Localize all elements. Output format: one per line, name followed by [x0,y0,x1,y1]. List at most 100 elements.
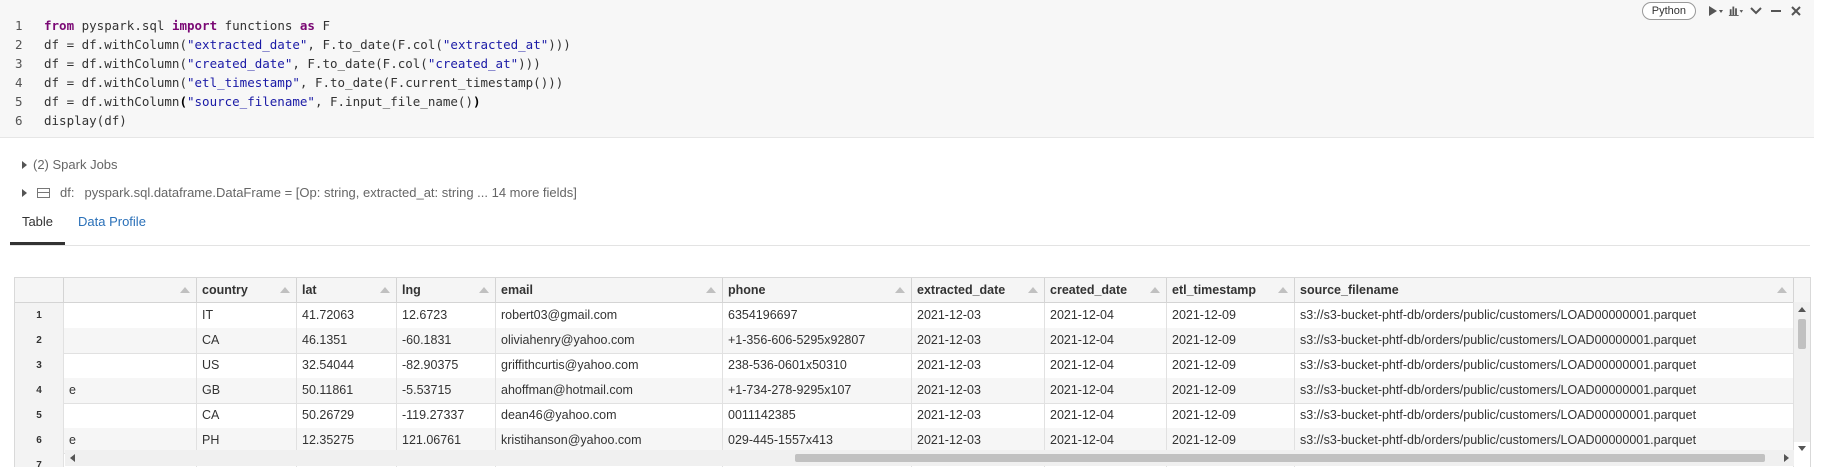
scroll-down-icon[interactable] [1798,446,1806,451]
table-cell-etl-timestamp: 2021-12-09 [1167,328,1295,353]
header-index [15,278,64,302]
sort-icon[interactable] [1777,287,1787,293]
line-number: 1 [15,18,23,33]
header-col-phone[interactable]: phone [723,278,912,302]
tab-table[interactable]: Table [10,214,65,229]
table-cell-extracted-date: 2021-12-03 [912,328,1045,353]
scroll-left-icon[interactable] [70,454,75,462]
table-cell-etl-timestamp: 2021-12-09 [1167,353,1295,378]
header-col-email[interactable]: email [496,278,723,302]
table-row[interactable]: 3 US 32.54044 -82.90375 griffithcurtis@yahoo… [15,353,1794,379]
table-cell-phone: +1-356-606-5295x92807 [723,328,912,353]
row-index: 7 [15,453,64,467]
table-cell-source-filename: s3://s3-bucket-phtf-db/orders/public/cus… [1295,328,1794,353]
table-cell-country: CA [197,403,297,428]
table-cell-etl-timestamp: 2021-12-09 [1167,403,1295,428]
table-cell-unnamed [64,353,197,378]
header-col-lat[interactable]: lat [297,278,397,302]
result-tabs: Table Data Profile [10,204,1810,246]
table-row[interactable]: 4 e GB 50.11861 -5.53715 ahoffman@hotmail.com… [15,378,1794,404]
vertical-scrollbar[interactable] [1793,302,1810,442]
table-cell-lat: 46.1351 [297,328,397,353]
sort-icon[interactable] [479,287,489,293]
close-icon[interactable] [1788,3,1804,19]
table-cell-created-date: 2021-12-04 [1045,403,1167,428]
table-cell-source-filename: s3://s3-bucket-phtf-db/orders/public/cus… [1295,353,1794,378]
sort-icon[interactable] [380,287,390,293]
row-index: 1 [15,303,64,328]
scroll-right-icon[interactable] [1784,454,1789,462]
header-label: lat [302,283,317,297]
header-col-unnamed[interactable] [64,278,197,302]
sort-icon[interactable] [1278,287,1288,293]
table-row[interactable]: 1 IT 41.72063 12.6723 robert03@gmail.com 6354… [15,303,1794,329]
row-index: 3 [15,353,64,378]
code-editor[interactable]: from pyspark.sql import functions as F d… [44,16,571,130]
row-index: 6 [15,428,64,453]
line-number: 3 [15,56,23,71]
language-badge[interactable]: Python [1641,2,1696,20]
dataframe-info-row[interactable]: df: pyspark.sql.dataframe.DataFrame = [O… [22,185,577,200]
minimize-icon[interactable] [1768,3,1784,19]
table-cell-country: CA [197,328,297,353]
row-index: 5 [15,403,64,428]
dataframe-name: df: [60,185,75,200]
results-table: country lat lng email phone extracted_date cre… [14,277,1811,467]
table-cell-lng: 12.6723 [397,303,496,328]
horizontal-scrollbar[interactable] [65,450,1794,466]
expand-caret-icon[interactable] [22,160,27,169]
table-cell-lng: -119.27337 [397,403,496,428]
table-cell-source-filename: s3://s3-bucket-phtf-db/orders/public/cus… [1295,403,1794,428]
table-cell-etl-timestamp: 2021-12-09 [1167,378,1295,403]
header-label: source_filename [1300,283,1399,297]
table-cell-source-filename: s3://s3-bucket-phtf-db/orders/public/cus… [1295,303,1794,328]
sort-icon[interactable] [895,287,905,293]
table-cell-email: griffithcurtis@yahoo.com [496,353,723,378]
header-col-country[interactable]: country [197,278,297,302]
dataframe-schema: pyspark.sql.dataframe.DataFrame = [Op: s… [84,185,577,200]
table-cell-extracted-date: 2021-12-03 [912,378,1045,403]
row-index: 4 [15,378,64,403]
table-cell-lat: 41.72063 [297,303,397,328]
table-cell-source-filename: s3://s3-bucket-phtf-db/orders/public/cus… [1295,378,1794,403]
header-label: country [202,283,248,297]
table-header: country lat lng email phone extracted_date cre… [15,278,1810,303]
table-cell-created-date: 2021-12-04 [1045,378,1167,403]
table-cell-created-date: 2021-12-04 [1045,328,1167,353]
table-cell-extracted-date: 2021-12-03 [912,353,1045,378]
line-number: 4 [15,75,23,90]
sort-icon[interactable] [280,287,290,293]
play-icon[interactable] [1708,3,1724,19]
table-cell-phone: 0011142385 [723,403,912,428]
horizontal-scroll-thumb[interactable] [795,454,1765,462]
spark-jobs-label: (2) Spark Jobs [33,157,118,172]
sort-icon[interactable] [180,287,190,293]
table-cell-country: GB [197,378,297,403]
scroll-up-icon[interactable] [1798,307,1806,312]
table-row[interactable]: 5 CA 50.26729 -119.27337 dean46@yahoo.com 001… [15,403,1794,429]
line-number-gutter: 1 2 3 4 5 6 [0,16,34,130]
header-col-lng[interactable]: lng [397,278,496,302]
table-cell-created-date: 2021-12-04 [1045,303,1167,328]
table-row[interactable]: 2 CA 46.1351 -60.1831 oliviahenry@yahoo.com +… [15,328,1794,354]
header-col-source-filename[interactable]: source_filename [1295,278,1794,302]
header-col-etl-timestamp[interactable]: etl_timestamp [1167,278,1295,302]
code-cell[interactable]: 1 2 3 4 5 6 from pyspark.sql import func… [0,0,1814,138]
table-cell-etl-timestamp: 2021-12-09 [1167,303,1295,328]
header-label: email [501,283,533,297]
table-cell-unnamed [64,303,197,328]
chevron-down-icon[interactable] [1748,3,1764,19]
expand-caret-icon[interactable] [22,188,27,197]
table-cell-email: dean46@yahoo.com [496,403,723,428]
sort-icon[interactable] [1150,287,1160,293]
header-col-created-date[interactable]: created_date [1045,278,1167,302]
sort-icon[interactable] [706,287,716,293]
sort-icon[interactable] [1028,287,1038,293]
vertical-scroll-thumb[interactable] [1798,319,1806,349]
header-col-extracted-date[interactable]: extracted_date [912,278,1045,302]
spark-jobs-row[interactable]: (2) Spark Jobs [22,157,118,172]
table-cell-phone: 238-536-0601x50310 [723,353,912,378]
tab-data-profile[interactable]: Data Profile [78,214,146,229]
table-cell-lng: -5.53715 [397,378,496,403]
bar-chart-icon[interactable] [1728,3,1744,19]
